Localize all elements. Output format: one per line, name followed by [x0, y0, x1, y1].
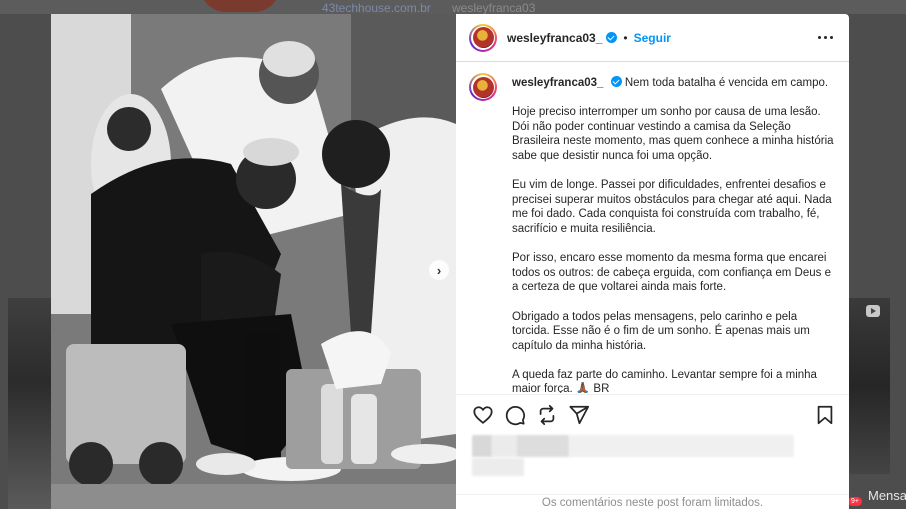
- follow-button[interactable]: Seguir: [634, 31, 671, 45]
- action-bar: [456, 394, 849, 433]
- post-photo[interactable]: ›: [51, 14, 456, 509]
- heart-icon[interactable]: [472, 404, 494, 426]
- caption-paragraph: Hoje preciso interromper um sonho por ca…: [512, 106, 834, 162]
- more-options-icon[interactable]: [818, 36, 833, 39]
- comment-icon[interactable]: [504, 404, 526, 426]
- carousel-next-button[interactable]: ›: [429, 260, 449, 280]
- caption-paragraph: Obrigado a todos pelas mensagens, pelo c…: [512, 310, 810, 352]
- likes-info-blurred: [472, 435, 794, 457]
- caption-first-line: Nem toda batalha é vencida em campo.: [624, 77, 829, 89]
- post-modal: › wesleyfranca03_ • Seguir wesleyfranca0…: [51, 14, 849, 509]
- post-side-panel: wesleyfranca03_ • Seguir wesleyfranca03_…: [456, 14, 849, 509]
- comments-limited-notice: Os comentários neste post foram limitado…: [456, 494, 849, 509]
- caption-avatar[interactable]: [469, 73, 497, 101]
- background-post-left[interactable]: [8, 298, 52, 509]
- background-username[interactable]: wesleyfranca03: [452, 1, 535, 15]
- background-link[interactable]: 43techhouse.com.br: [322, 1, 431, 15]
- caption-area: wesleyfranca03_ Nem toda batalha é venci…: [456, 62, 849, 393]
- photo-illustration: [51, 14, 456, 509]
- send-icon[interactable]: [568, 404, 590, 426]
- caption-paragraph: Por isso, encaro esse momento da mesma f…: [512, 252, 831, 294]
- separator-dot: •: [623, 30, 628, 45]
- chevron-right-icon: ›: [436, 262, 442, 278]
- reel-icon: [866, 305, 880, 317]
- background-post-right[interactable]: [849, 298, 890, 474]
- verified-badge-icon: [606, 32, 618, 43]
- caption-text: wesleyfranca03_ Nem toda batalha é venci…: [512, 76, 834, 393]
- post-header: wesleyfranca03_ • Seguir: [456, 14, 849, 62]
- caption-paragraph: Eu vim de longe. Passei por dificuldades…: [512, 179, 832, 235]
- messages-label: Mensa: [868, 488, 906, 503]
- repost-icon[interactable]: [536, 404, 558, 426]
- avatar[interactable]: [469, 23, 497, 52]
- header-username[interactable]: wesleyfranca03_: [507, 31, 602, 45]
- bookmark-icon[interactable]: [814, 404, 836, 426]
- timestamp-blurred: [472, 458, 524, 476]
- caption-username[interactable]: wesleyfranca03_: [512, 77, 603, 89]
- verified-badge-icon: [610, 76, 622, 87]
- caption-paragraph: A queda faz parte do caminho. Levantar s…: [512, 368, 817, 393]
- messages-badge: 9+: [848, 497, 862, 506]
